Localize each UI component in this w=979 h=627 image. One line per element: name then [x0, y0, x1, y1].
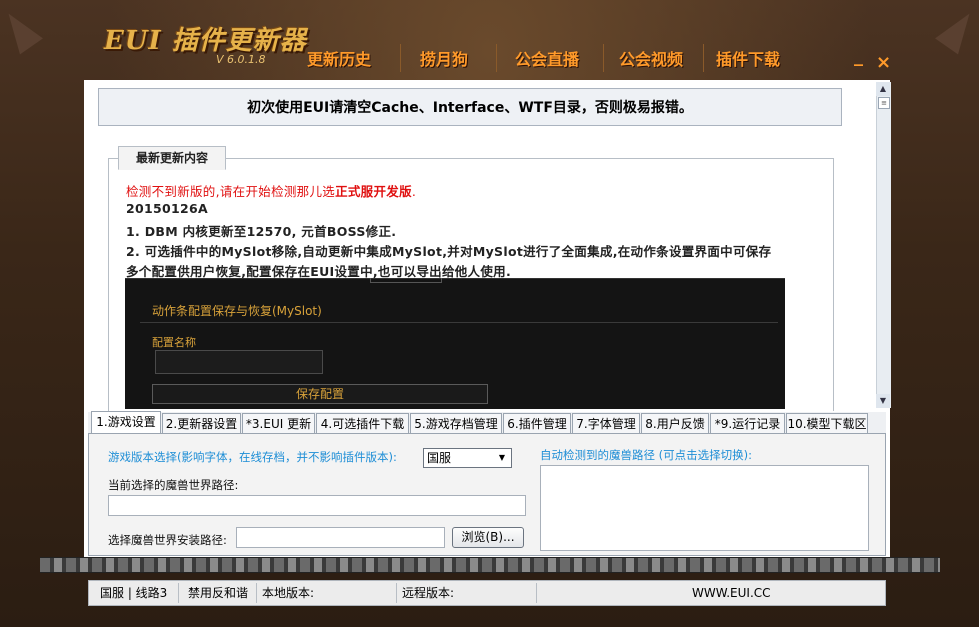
nav-laoyuegou[interactable]: 捞月狗 [420, 46, 468, 72]
tab-save-management[interactable]: 5.游戏存档管理 [410, 413, 502, 433]
embedded-tab-nub [370, 278, 442, 283]
tab-plugin-management[interactable]: 6.插件管理 [503, 413, 571, 433]
status-server: 国服 | 线路3 [100, 586, 168, 600]
status-local-version: 本地版本: [262, 586, 315, 600]
update-item-2a: 2. 可选插件中的MySlot移除,自动更新中集成MySlot,并对MySlot… [126, 244, 772, 259]
status-website-link[interactable]: WWW.EUI.CC [692, 580, 771, 606]
status-separator [536, 583, 537, 603]
nav-separator [496, 44, 497, 72]
chain-decoration [40, 557, 940, 573]
minimize-button[interactable]: _ [854, 48, 863, 66]
nav-separator [703, 44, 704, 72]
auto-detect-path-list[interactable] [540, 465, 869, 551]
nav-update-history[interactable]: 更新历史 [307, 46, 371, 72]
scroll-up-arrow-icon[interactable]: ▲ [876, 82, 890, 96]
tab-optional-plugins[interactable]: 4.可选插件下载 [316, 413, 409, 433]
app-version: V 6.0.1.8 [216, 53, 266, 66]
nav-separator [400, 44, 401, 72]
nav-separator [603, 44, 604, 72]
auto-detect-label: 自动检测到的魔兽路径 (可点击选择切换): [540, 448, 753, 462]
browse-button[interactable]: 浏览(B)... [452, 527, 524, 548]
game-version-select[interactable]: 国服 ▼ [423, 448, 512, 468]
update-warning-channel: 正式服开发版 [335, 184, 412, 199]
status-anti-harmony[interactable]: 禁用反和谐 [188, 580, 248, 606]
tab-user-feedback[interactable]: 8.用户反馈 [641, 413, 709, 433]
install-path-label: 选择魔兽世界安装路径: [108, 533, 227, 547]
tab-font-management[interactable]: 7.字体管理 [572, 413, 640, 433]
status-separator [178, 583, 179, 603]
app-logo-title: EUI 插件更新器 [104, 26, 307, 56]
close-button[interactable]: × [876, 54, 891, 72]
tab-run-log[interactable]: *9.运行记录 [710, 413, 785, 433]
current-path-field[interactable] [108, 495, 526, 516]
nav-guild-live[interactable]: 公会直播 [515, 46, 579, 72]
install-path-field[interactable] [236, 527, 445, 548]
status-separator [256, 583, 257, 603]
tab-eui-update[interactable]: *3.EUI 更新 [242, 413, 315, 433]
status-remote-version: 远程版本: [402, 586, 455, 600]
embedded-divider [140, 322, 778, 323]
scroll-thumb[interactable]: ≡ [878, 97, 890, 109]
embedded-save-config-button: 保存配置 [152, 384, 488, 404]
embedded-config-name-input [155, 350, 323, 374]
game-version-value: 国服 [427, 451, 452, 465]
update-warning-suffix: . [411, 184, 417, 199]
dropdown-arrow-icon: ▼ [498, 453, 506, 462]
embedded-config-name-label: 配置名称 [152, 336, 196, 349]
content-scrollbar[interactable] [876, 82, 891, 408]
status-separator [396, 583, 397, 603]
embedded-myslot-title: 动作条配置保存与恢复(MySlot) [152, 304, 322, 318]
scroll-down-arrow-icon[interactable]: ▼ [876, 394, 890, 408]
current-path-label: 当前选择的魔兽世界路径: [108, 478, 239, 492]
update-warning-prefix: 检测不到新版的,请在开始检测那儿选 [126, 184, 336, 199]
nav-guild-video[interactable]: 公会视频 [619, 46, 683, 72]
update-warning: 检测不到新版的,请在开始检测那儿选正式服开发版. [126, 181, 416, 200]
nav-plugin-download[interactable]: 插件下载 [716, 46, 780, 72]
update-group-title: 最新更新内容 [118, 146, 226, 170]
tab-updater-settings[interactable]: 2.更新器设置 [162, 413, 241, 433]
tab-game-settings[interactable]: 1.游戏设置 [91, 411, 161, 434]
game-version-label: 游戏版本选择(影响字体，在线存档，并不影响插件版本): [108, 450, 397, 464]
update-version-line: 20150126A [126, 201, 208, 216]
tab-model-download[interactable]: 10.模型下载区 [786, 413, 868, 433]
notice-banner: 初次使用EUI请清空Cache、Interface、WTF目录，否则极易报错。 [98, 88, 842, 126]
update-item-1: 1. DBM 内核更新至12570, 元首BOSS修正. [126, 224, 397, 239]
